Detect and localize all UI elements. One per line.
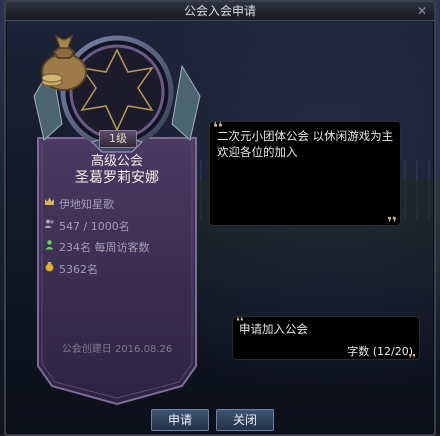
guild-leader-row: 伊地知星歌	[44, 196, 114, 212]
guild-members: 547 / 1000名	[59, 220, 130, 233]
guild-application-window: 公会入会申请 ✕ 1级 高级公会 圣葛罗莉安娜 伊地知星歌 547 / 1000…	[4, 0, 436, 436]
guild-description-box: ❛❛ 二次元小团体公会 以休闲游戏为主 欢迎各位的加入 ❜❜	[209, 120, 401, 231]
members-icon	[44, 219, 55, 232]
quote-close-icon: ❜❜	[387, 215, 397, 231]
guild-description: 二次元小团体公会 以休闲游戏为主 欢迎各位的加入	[217, 129, 394, 159]
guild-funds: 5362名	[59, 263, 98, 276]
close-icon[interactable]: ✕	[416, 5, 428, 17]
guild-visitors-row: 234名 每周访客数	[44, 239, 150, 255]
window-title: 公会入会申请	[183, 4, 256, 18]
application-message-box[interactable]: ❛❛ 申请加入公会 字数 (12/20) ❜❜	[232, 315, 420, 365]
apply-button[interactable]: 申请	[151, 409, 209, 431]
coin-bag-icon	[44, 262, 55, 275]
guild-founded-date: 公会创建日 2016.08.26	[61, 344, 173, 355]
guild-level-badge: 1级	[99, 130, 137, 148]
window-titlebar[interactable]: 公会入会申请 ✕	[6, 2, 434, 21]
person-icon	[44, 240, 55, 253]
quote-close-icon: ❜❜	[408, 352, 416, 365]
close-button[interactable]: 关闭	[216, 409, 274, 431]
application-message-input[interactable]: 申请加入公会	[239, 321, 308, 337]
guild-name: 圣葛罗莉安娜	[75, 170, 159, 186]
guild-members-row: 547 / 1000名	[44, 218, 130, 234]
guild-banner: 1级 高级公会 圣葛罗莉安娜 伊地知星歌 547 / 1000名 234名 每周…	[32, 26, 201, 408]
crown-icon	[44, 197, 55, 210]
guild-leader: 伊地知星歌	[59, 198, 114, 211]
money-bag-icon	[41, 34, 87, 91]
guild-funds-row: 5362名	[44, 261, 98, 277]
char-count: 字数 (12/20)	[347, 345, 413, 358]
guild-weekly-visitors: 234名 每周访客数	[59, 241, 150, 254]
